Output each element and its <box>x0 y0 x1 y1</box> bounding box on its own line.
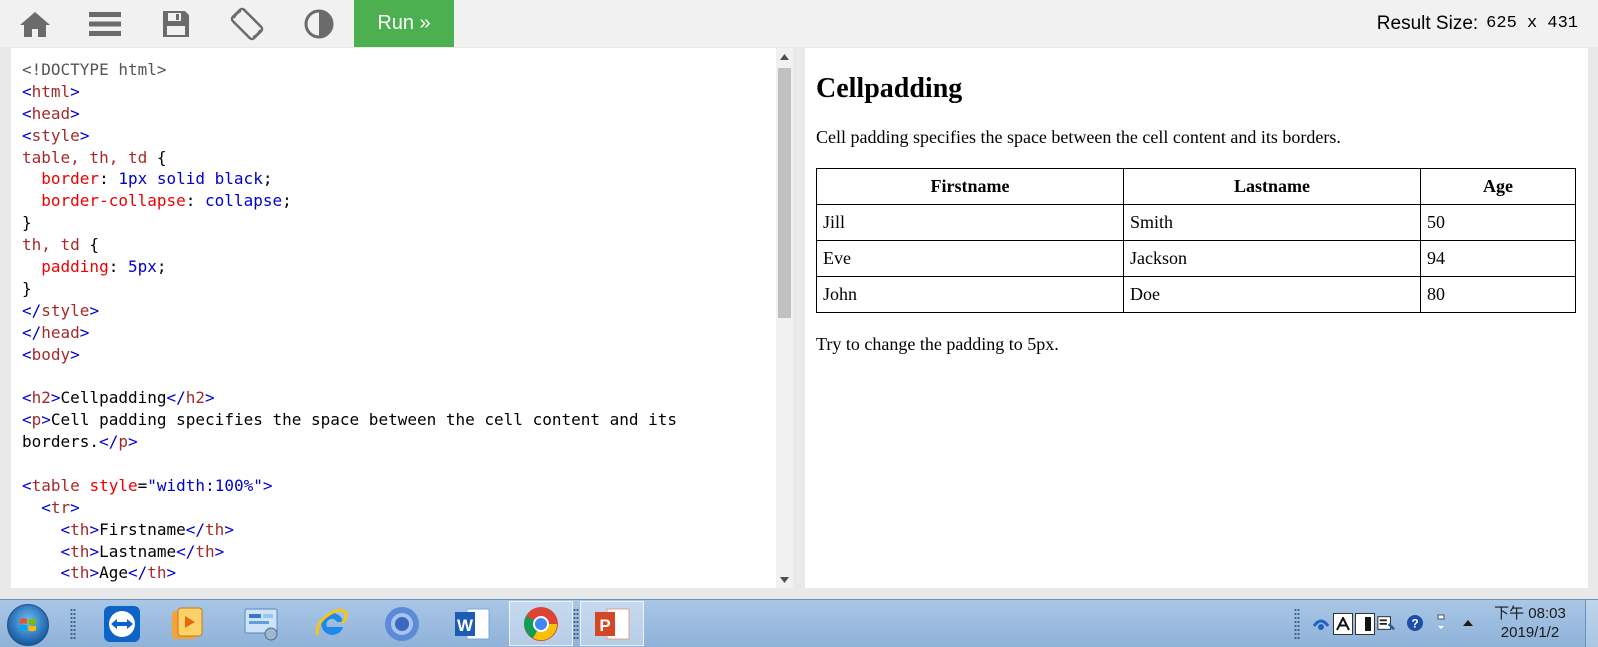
table-cell: 80 <box>1420 276 1576 313</box>
svg-text:?: ? <box>1411 617 1418 631</box>
network-icon[interactable] <box>1312 613 1330 633</box>
control-panel-icon[interactable] <box>229 601 293 646</box>
taskbar-grip[interactable] <box>573 608 579 640</box>
table-header: Firstname <box>816 168 1124 205</box>
code-line: border: 1px solid black; <box>41 169 273 189</box>
code-line: borders.</p> <box>22 432 138 452</box>
table-row: Eve Jackson 94 <box>816 240 1576 277</box>
code-line: <table style="width:100%"> <box>22 475 273 495</box>
code-line: <html> <box>22 81 80 101</box>
code-line: <p>Cell padding specifies the space betw… <box>22 410 678 430</box>
editor-scrollbar[interactable] <box>776 48 793 588</box>
code-line: <head> <box>22 103 80 123</box>
code-line: padding: 5px; <box>41 257 167 277</box>
code-text[interactable]: <!DOCTYPE html> <html> <head> <style> table,… <box>22 59 762 584</box>
tray-grip[interactable] <box>1294 608 1300 640</box>
notification-arrows-icon[interactable] <box>1432 613 1450 633</box>
table-cell: Eve <box>816 240 1124 277</box>
scroll-up-arrow-icon[interactable] <box>776 48 793 65</box>
code-line: border-collapse: collapse; <box>41 191 292 211</box>
show-desktop-button[interactable] <box>1585 600 1598 647</box>
ime-dict-icon[interactable] <box>1377 613 1395 633</box>
powerpoint-icon[interactable]: P <box>580 601 644 646</box>
table-cell: Jill <box>816 204 1124 241</box>
code-line: </style> <box>22 300 100 320</box>
start-button[interactable] <box>7 604 49 646</box>
table-header: Age <box>1420 168 1576 205</box>
home-icon[interactable] <box>9 0 61 47</box>
code-line: <th>Age</th> <box>60 563 177 583</box>
result-footer: Try to change the padding to 5px. <box>816 334 1059 354</box>
taskbar-grip[interactable] <box>70 608 76 640</box>
clock-date: 2019/1/2 <box>1500 624 1560 641</box>
code-line: <th>Lastname</th> <box>60 541 225 561</box>
ime-a-icon[interactable] <box>1333 613 1353 635</box>
code-line: <h2>Cellpadding</h2> <box>22 388 215 408</box>
result-table: Firstname Lastname Age Jill Smith 50 Eve… <box>816 168 1576 313</box>
show-hidden-icons-icon[interactable] <box>1459 613 1477 633</box>
table-cell: John <box>816 276 1124 313</box>
windows-logo-icon <box>20 618 36 632</box>
clock-time: 下午 08:03 <box>1494 605 1566 622</box>
scroll-thumb[interactable] <box>778 68 791 318</box>
save-icon[interactable] <box>150 0 202 47</box>
internet-explorer-icon[interactable] <box>300 601 364 646</box>
table-cell: 94 <box>1420 240 1576 277</box>
table-row: Jill Smith 50 <box>816 204 1576 241</box>
code-line: th, td { <box>22 235 100 255</box>
chromium-icon[interactable] <box>370 601 434 646</box>
code-line: <th>Firstname</th> <box>60 519 234 539</box>
contrast-icon[interactable] <box>293 0 345 47</box>
rotate-icon[interactable] <box>221 0 273 47</box>
help-icon[interactable]: ? <box>1406 613 1424 633</box>
table-cell: Smith <box>1123 204 1421 241</box>
taskbar: W P ? 下午 08:03 2019/1/2 <box>0 599 1598 647</box>
scroll-down-arrow-icon[interactable] <box>776 571 793 588</box>
table-cell: Doe <box>1123 276 1421 313</box>
code-editor[interactable]: <!DOCTYPE html> <html> <head> <style> table,… <box>11 48 793 588</box>
code-line: </head> <box>22 322 90 342</box>
ime-pad-icon[interactable] <box>1355 613 1375 635</box>
code-line: <!DOCTYPE html> <box>22 60 167 79</box>
code-line: table, th, td { <box>22 147 167 167</box>
code-line: } <box>22 278 32 298</box>
result-size-label: Result Size: <box>1376 12 1479 34</box>
table-row: John Doe 80 <box>816 276 1576 313</box>
toolbar: Run » Result Size: 625 x 431 <box>0 0 1598 47</box>
media-player-icon[interactable] <box>155 601 219 646</box>
word-icon[interactable]: W <box>440 601 504 646</box>
result-intro: Cell padding specifies the space between… <box>816 127 1341 147</box>
chrome-icon[interactable] <box>509 601 573 646</box>
result-heading: Cellpadding <box>816 73 963 104</box>
code-line: <body> <box>22 344 80 364</box>
run-button[interactable]: Run » <box>354 0 454 47</box>
result-pane: Cellpadding Cell padding specifies the s… <box>805 48 1588 588</box>
svg-text:W: W <box>457 616 474 635</box>
code-line: <style> <box>22 125 90 145</box>
code-line: } <box>22 213 32 233</box>
taskbar-clock[interactable]: 下午 08:03 2019/1/2 <box>1490 604 1570 642</box>
menu-icon[interactable] <box>79 0 131 47</box>
table-cell: Jackson <box>1123 240 1421 277</box>
teamviewer-icon[interactable] <box>90 601 154 646</box>
result-size-value: 625 x 431 <box>1486 14 1578 33</box>
table-header: Lastname <box>1123 168 1421 205</box>
svg-text:P: P <box>599 616 610 635</box>
table-cell: 50 <box>1420 204 1576 241</box>
result-size: Result Size: 625 x 431 <box>1377 0 1578 47</box>
code-line: <tr> <box>41 497 80 517</box>
table-header-row: Firstname Lastname Age <box>816 168 1576 205</box>
